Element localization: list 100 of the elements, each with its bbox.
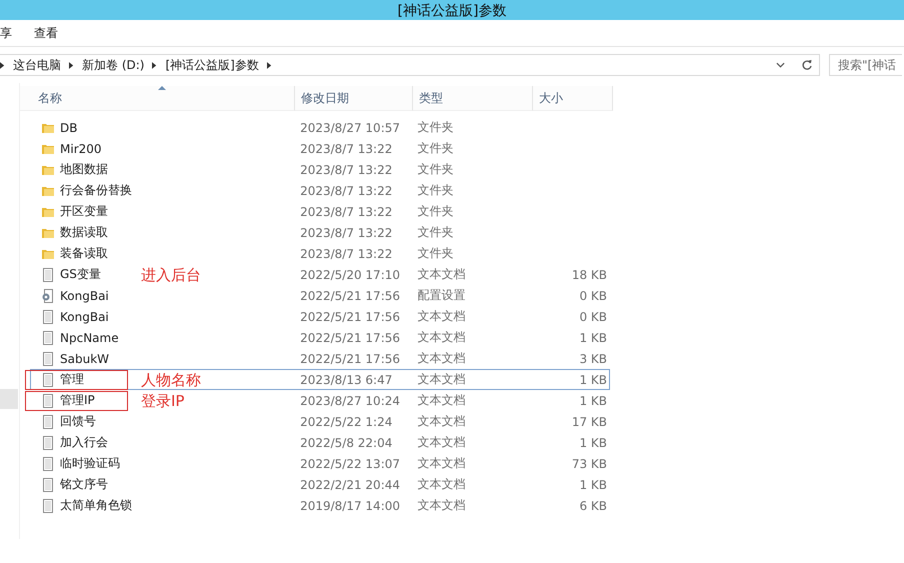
file-row[interactable]: 回馈号 2022/5/22 1:24 文本文档 17 KB bbox=[30, 411, 610, 432]
file-name: DB bbox=[60, 120, 78, 134]
file-row[interactable]: 行会备份替换 2023/8/7 13:22 文件夹 bbox=[30, 180, 610, 201]
date-cell-text: 2022/5/22 13:07 bbox=[299, 456, 402, 470]
size-cell: 17 KB bbox=[572, 414, 607, 428]
date-cell-text: 2023/8/13 6:47 bbox=[299, 372, 394, 386]
type-cell-text: 文本文档 bbox=[416, 350, 467, 367]
date-cell-text: 2023/8/7 13:22 bbox=[299, 184, 394, 198]
type-cell-text: 文件夹 bbox=[416, 182, 455, 199]
column-header[interactable]: 名称 bbox=[20, 86, 295, 111]
document-icon bbox=[41, 310, 55, 324]
menu-item[interactable]: 享 bbox=[0, 24, 12, 42]
chevron-icon[interactable] bbox=[69, 62, 74, 68]
file-row[interactable]: 开区变量 2023/8/7 13:22 文件夹 bbox=[30, 201, 610, 222]
date-cell-text: 2023/8/27 10:24 bbox=[299, 394, 402, 408]
date-cell-text: 2022/5/21 17:56 bbox=[299, 310, 402, 324]
type-cell-text: 文本文档 bbox=[416, 329, 467, 346]
file-row[interactable]: 加入行会 2022/5/8 22:04 文本文档 1 KB bbox=[30, 432, 610, 453]
size-cell: 1 KB bbox=[579, 394, 607, 408]
type-cell-text: 文本文档 bbox=[416, 371, 467, 388]
document-icon bbox=[41, 436, 55, 450]
file-row[interactable]: 数据读取 2023/8/7 13:22 文件夹 bbox=[30, 222, 610, 243]
file-row[interactable]: KongBai 2022/5/21 17:56 文本文档 0 KB bbox=[30, 306, 610, 327]
document-icon bbox=[41, 352, 55, 366]
type-cell-text: 文本文档 bbox=[416, 392, 467, 409]
file-name: 铭文序号 bbox=[60, 476, 108, 493]
file-name: 临时验证码 bbox=[60, 455, 120, 472]
annotation-text: 人物名称 bbox=[141, 371, 201, 390]
file-row[interactable]: 临时验证码 2022/5/22 13:07 文本文档 73 KB bbox=[30, 453, 610, 474]
chevron-icon[interactable] bbox=[152, 62, 158, 68]
chevron-icon bbox=[0, 62, 5, 68]
document-icon bbox=[41, 330, 55, 344]
type-cell-text: 文件夹 bbox=[416, 245, 455, 262]
annotation-text: 进入后台 bbox=[141, 266, 201, 285]
file-name: KongBai bbox=[60, 310, 109, 324]
file-row[interactable]: 铭文序号 2022/2/21 20:44 文本文档 1 KB bbox=[30, 474, 610, 495]
column-header[interactable]: 大小 bbox=[533, 86, 613, 111]
document-icon bbox=[41, 498, 55, 512]
type-cell-text: 文本文档 bbox=[416, 476, 467, 493]
annotation-text: 登录IP bbox=[141, 392, 184, 411]
size-cell: 18 KB bbox=[572, 268, 607, 282]
file-row[interactable]: KongBai 2022/5/21 17:56 配置设置 0 KB bbox=[30, 285, 610, 306]
file-name: NpcName bbox=[60, 330, 119, 344]
file-name: 行会备份替换 bbox=[60, 182, 132, 199]
type-cell-text: 文本文档 bbox=[416, 434, 467, 451]
type-cell-text: 文本文档 bbox=[416, 308, 467, 325]
type-cell-text: 配置设置 bbox=[416, 287, 467, 304]
document-icon bbox=[41, 414, 55, 428]
chevron-icon[interactable] bbox=[266, 62, 272, 68]
file-row[interactable]: GS变量 进入后台 2022/5/20 17:10 文本文档 18 KB bbox=[30, 264, 610, 285]
date-cell-text: 2022/5/21 17:56 bbox=[299, 330, 402, 344]
breadcrumb[interactable]: [神话公益版]参数 bbox=[165, 56, 259, 74]
type-cell-text: 文本文档 bbox=[416, 497, 467, 514]
date-cell-text: 2023/8/7 13:22 bbox=[299, 204, 394, 218]
file-row[interactable]: 地图数据 2023/8/7 13:22 文件夹 bbox=[30, 159, 610, 180]
file-name: 数据读取 bbox=[60, 224, 108, 241]
file-row[interactable]: 装备读取 2023/8/7 13:22 文件夹 bbox=[30, 243, 610, 264]
file-name: 加入行会 bbox=[60, 434, 108, 451]
size-cell: 1 KB bbox=[579, 478, 607, 492]
menu-item[interactable]: 查看 bbox=[34, 24, 58, 42]
dropdown-icon[interactable] bbox=[776, 62, 785, 68]
column-header[interactable]: 修改日期 bbox=[295, 86, 413, 111]
search-field[interactable]: 搜索"[神话 bbox=[829, 54, 902, 76]
document-icon bbox=[41, 372, 55, 386]
address-bar[interactable]: 这台电脑 新加卷 (D:) [神话公益版]参数 bbox=[0, 54, 820, 76]
file-name: SabukW bbox=[60, 352, 110, 366]
sort-arrow-icon bbox=[158, 86, 166, 90]
size-cell: 6 KB bbox=[579, 498, 607, 512]
file-name: GS变量 bbox=[60, 266, 101, 283]
refresh-icon[interactable] bbox=[801, 59, 813, 71]
date-cell-text: 2022/5/8 22:04 bbox=[299, 436, 394, 450]
file-row[interactable]: 太简单角色锁 2019/8/17 14:00 文本文档 6 KB bbox=[30, 495, 610, 516]
file-name: 管理IP bbox=[60, 392, 95, 409]
type-cell-text: 文件夹 bbox=[416, 203, 455, 220]
column-header[interactable]: 类型 bbox=[413, 86, 533, 111]
document-icon bbox=[41, 456, 55, 470]
file-name: 开区变量 bbox=[60, 203, 108, 220]
document-icon bbox=[41, 394, 55, 408]
breadcrumb[interactable]: 这台电脑 bbox=[13, 56, 61, 74]
date-cell-text: 2019/8/17 14:00 bbox=[299, 498, 402, 512]
breadcrumb[interactable]: 新加卷 (D:) bbox=[82, 56, 144, 74]
document-icon bbox=[41, 478, 55, 492]
date-cell-text: 2022/2/21 20:44 bbox=[299, 478, 402, 492]
document-icon bbox=[41, 268, 55, 282]
type-cell-text: 文件夹 bbox=[416, 224, 455, 241]
size-cell: 1 KB bbox=[579, 372, 607, 386]
file-row[interactable]: Mir200 2023/8/7 13:22 文件夹 bbox=[30, 138, 610, 159]
file-name: 回馈号 bbox=[60, 413, 96, 430]
type-cell-text: 文件夹 bbox=[416, 140, 455, 157]
size-cell: 1 KB bbox=[579, 436, 607, 450]
size-cell: 0 KB bbox=[579, 310, 607, 324]
file-name: Mir200 bbox=[60, 142, 102, 156]
file-row[interactable]: 管理IP 登录IP 2023/8/27 10:24 文本文档 1 KB bbox=[30, 390, 610, 411]
date-cell-text: 2022/5/22 1:24 bbox=[299, 414, 394, 428]
type-cell-text: 文件夹 bbox=[416, 161, 455, 178]
file-row[interactable]: SabukW 2022/5/21 17:56 文本文档 3 KB bbox=[30, 348, 610, 369]
file-row[interactable]: DB 2023/8/27 10:57 文件夹 bbox=[30, 117, 610, 138]
size-cell: 73 KB bbox=[572, 456, 607, 470]
file-row[interactable]: NpcName 2022/5/21 17:56 文本文档 1 KB bbox=[30, 327, 610, 348]
file-name: 地图数据 bbox=[60, 161, 108, 178]
